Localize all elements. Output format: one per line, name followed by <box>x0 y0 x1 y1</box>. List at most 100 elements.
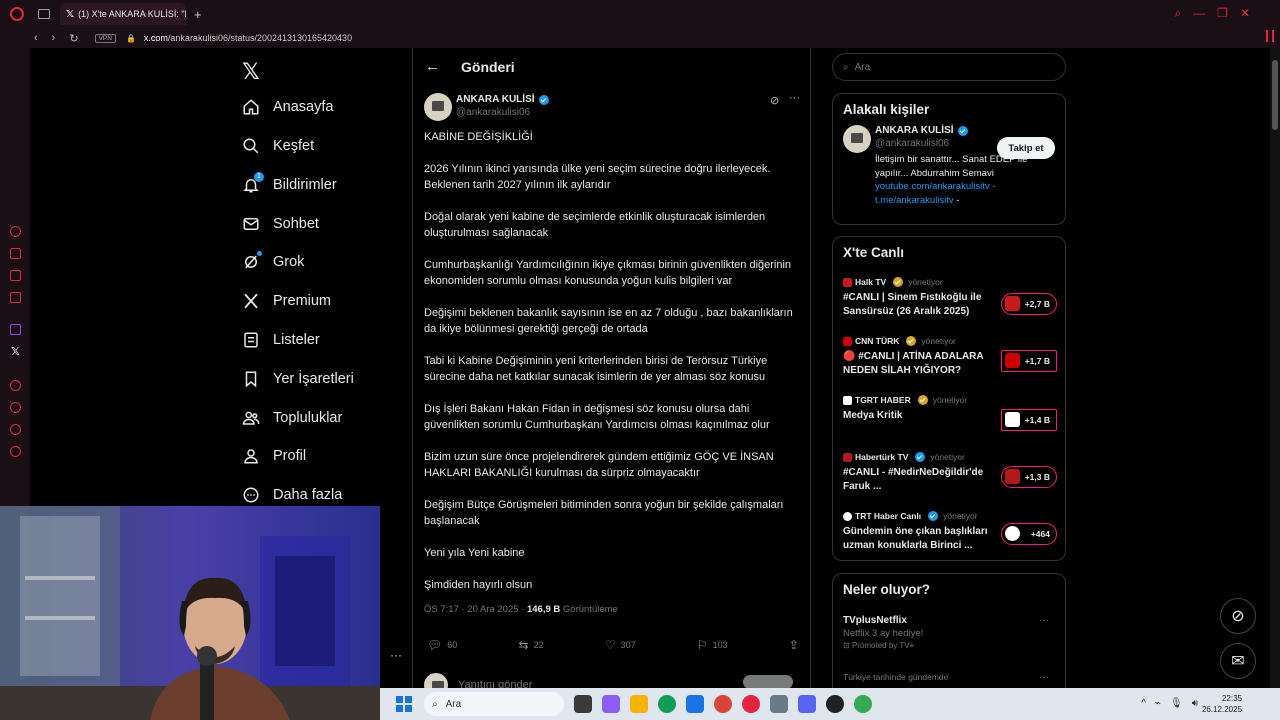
share-button[interactable]: ⇪ <box>789 638 799 652</box>
copilot-icon[interactable] <box>602 695 620 713</box>
messages-fab-button[interactable]: ✉ <box>1220 643 1256 679</box>
bio-link[interactable]: t.me/ankarakulisitv <box>875 195 954 206</box>
reply-icon: 💬︎ <box>427 638 443 652</box>
reply-submit-button[interactable] <box>743 675 793 689</box>
live-item[interactable]: CNN TÜRK yönetiyor 🔴 #CANLI | ATİNA ADALA… <box>843 336 1057 377</box>
vpn-badge[interactable]: VPN <box>94 33 116 43</box>
live-listener-pill[interactable]: +1,7 B <box>1001 350 1057 372</box>
nav-grok[interactable]: Grok <box>242 247 304 277</box>
account-more-icon[interactable]: ··· <box>390 648 402 662</box>
reload-button[interactable]: ↻ <box>69 32 78 45</box>
settings-taskbar-icon[interactable] <box>770 695 788 713</box>
nav-label: Sohbet <box>273 216 319 232</box>
obs-icon[interactable] <box>826 695 844 713</box>
chrome-alt-icon[interactable] <box>854 695 872 713</box>
minimize-button[interactable]: — <box>1193 6 1205 21</box>
more-icon[interactable]: ··· <box>1039 615 1049 626</box>
clock[interactable]: 22:35 26.12.2025 <box>1202 693 1242 715</box>
file-explorer-icon[interactable] <box>630 695 648 713</box>
windows-start-icon[interactable] <box>396 696 412 712</box>
live-card: X'te Canlı Halk TV yönetiyor #CANLI | Sin… <box>832 236 1066 561</box>
opera-taskbar-icon[interactable] <box>742 695 760 713</box>
nav-communities[interactable]: Topluluklar <box>242 403 342 433</box>
bio-link[interactable]: youtube.com/ankarakulisitv <box>875 181 990 192</box>
maximize-button[interactable]: ❐ <box>1217 6 1228 21</box>
nav-explore[interactable]: Keşfet <box>242 131 314 161</box>
taskbar-search[interactable]: ⌕ Ara <box>424 692 564 716</box>
sidebar-toggle-icon[interactable] <box>1266 30 1274 42</box>
bookmark-button[interactable]: ⚐ 103 <box>697 638 728 652</box>
forward-button[interactable]: › <box>52 32 56 45</box>
more-icon[interactable]: ··· <box>1039 672 1049 683</box>
nav-bookmarks[interactable]: Yer İşaretleri <box>242 364 354 394</box>
live-listener-pill[interactable]: +464 <box>1001 523 1057 545</box>
live-listener-pill[interactable]: +1,4 B <box>1001 409 1057 431</box>
task-view-icon[interactable] <box>574 695 592 713</box>
live-item[interactable]: TRT Haber Canlı yönetiyor Gündemin öne çı… <box>843 511 1057 552</box>
history-icon[interactable] <box>10 402 21 413</box>
new-tab-button[interactable]: + <box>194 7 202 22</box>
chevron-up-icon[interactable]: ^ <box>1141 698 1146 709</box>
avatar[interactable] <box>843 125 871 153</box>
aria-icon[interactable] <box>10 226 21 237</box>
store-icon[interactable] <box>686 695 704 713</box>
ai-icon[interactable] <box>10 248 21 259</box>
nav-profile[interactable]: Profil <box>242 441 306 471</box>
chrome-icon[interactable] <box>714 695 732 713</box>
nav-lists[interactable]: Listeler <box>242 325 320 355</box>
nav-home[interactable]: Anasayfa <box>242 92 333 122</box>
back-arrow-icon[interactable]: ← <box>425 58 440 75</box>
settings-icon[interactable] <box>10 446 21 457</box>
opera-logo-icon[interactable] <box>10 7 24 21</box>
search-tabs-icon[interactable]: ⌕ <box>1174 6 1181 21</box>
follow-button[interactable]: Takip et <box>997 137 1055 159</box>
tab-active[interactable]: 𝕏 (1) X'te ANKARA KULİSİ: "K <box>60 3 186 25</box>
volume-icon[interactable]: 🔊︎ <box>1192 698 1198 709</box>
network-icon[interactable]: ⌁ <box>1155 698 1161 709</box>
webcam-video <box>0 506 380 720</box>
grok-explain-icon[interactable]: ⊘ <box>770 94 779 107</box>
trend-item[interactable]: TVplusNetflix Netflix 3 ay hediye! ⊡ Pro… <box>843 615 1057 650</box>
trend-item[interactable]: Türkiye tarihinde gündemde ··· <box>843 672 1057 683</box>
live-thumb <box>1005 353 1020 368</box>
like-button[interactable]: ♡ 307 <box>605 638 636 652</box>
tweet-timestamp[interactable]: ÖS 7:17 · 20 Ara 2025 · <box>424 604 527 615</box>
back-button[interactable]: ‹ <box>34 32 38 45</box>
repost-button[interactable]: ⇆ 22 <box>519 638 544 652</box>
more-icon[interactable]: ··· <box>789 92 800 104</box>
x-logo-icon[interactable]: 𝕏 <box>242 59 260 85</box>
url-field[interactable]: x.com/ankarakulisi06/status/200241313016… <box>144 33 352 43</box>
messenger-icon[interactable] <box>10 270 21 281</box>
scrollbar-thumb[interactable] <box>1272 60 1278 130</box>
workspaces-icon[interactable] <box>38 9 50 19</box>
live-item[interactable]: Habertürk TV yönetiyor #CANLI - #NedirNeD… <box>843 452 1057 493</box>
player-icon[interactable] <box>10 380 21 391</box>
search-input[interactable]: ⌕ Ara <box>832 53 1066 81</box>
live-title-text: Gündemin öne çıkan başlıkları uzman konu… <box>843 526 988 551</box>
lock-icon[interactable]: 🔒 <box>126 34 136 43</box>
x-sidebar-icon[interactable]: 𝕏 <box>11 345 20 358</box>
avatar[interactable] <box>424 93 452 121</box>
nav-chat[interactable]: Sohbet <box>242 209 319 239</box>
close-window-button[interactable]: ✕ <box>1240 6 1250 21</box>
reply-button[interactable]: 💬︎ 60 <box>427 638 457 652</box>
nav-notifications[interactable]: 1 Bildirimler <box>242 170 337 200</box>
live-listener-pill[interactable]: +1,3 B <box>1001 466 1057 488</box>
mail-app-icon[interactable] <box>10 292 21 303</box>
extensions-icon[interactable] <box>10 424 21 435</box>
edge-icon[interactable] <box>658 695 676 713</box>
twitch-icon[interactable] <box>10 324 21 335</box>
discord-icon[interactable] <box>798 695 816 713</box>
live-listener-pill[interactable]: +2,7 B <box>1001 293 1057 315</box>
nav-premium[interactable]: Premium <box>242 286 331 316</box>
page-scrollbar[interactable] <box>1270 48 1280 688</box>
author-handle[interactable]: @ankarakulisi06 <box>456 107 530 118</box>
live-item[interactable]: Halk TV yönetiyor #CANLI | Sinem Fıstıkoğ… <box>843 277 1057 318</box>
webcam-overlay <box>0 506 380 720</box>
person-name[interactable]: ANKARA KULİSİ <box>875 125 968 136</box>
live-item[interactable]: TGRT HABER yönetiyor Medya Kritik +1,4 B <box>843 395 1057 431</box>
grok-fab-button[interactable]: ⊘ <box>1220 598 1256 634</box>
mic-icon[interactable]: 🎙︎ <box>1170 698 1183 709</box>
system-tray: ^ ⌁ 🎙︎ 🔊︎ <box>1141 698 1198 709</box>
author-name[interactable]: ANKARA KULİSİ <box>456 94 549 105</box>
